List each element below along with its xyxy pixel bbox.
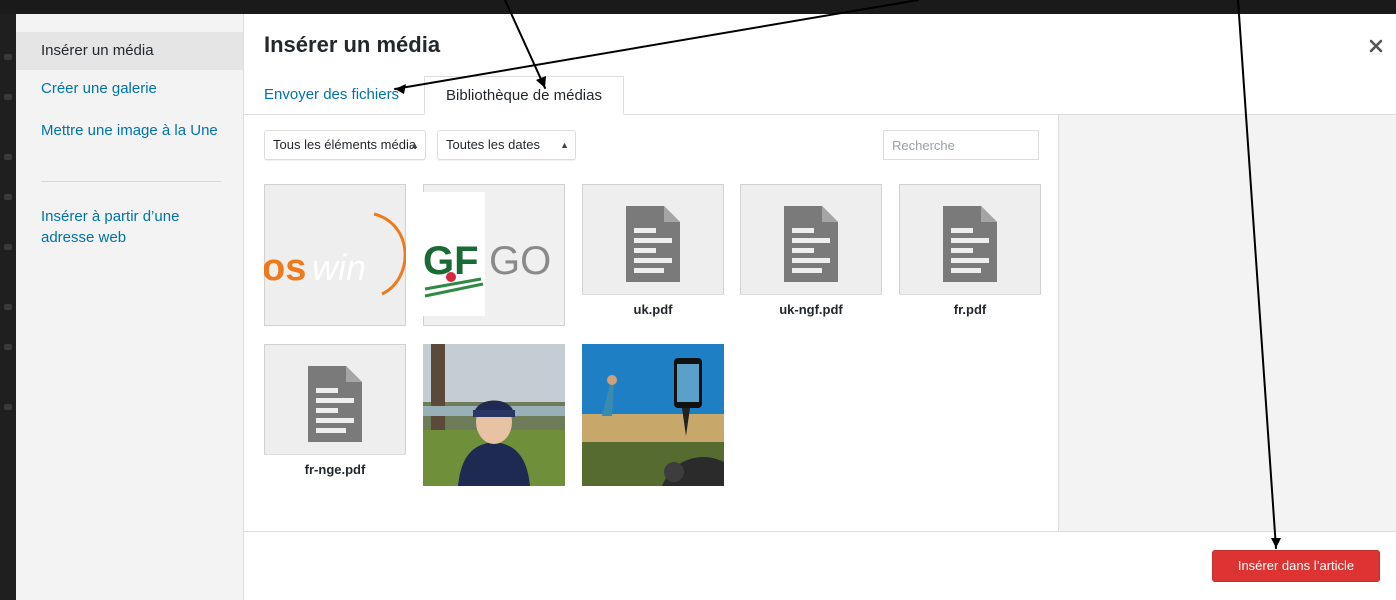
document-icon (308, 366, 362, 442)
media-type-filter[interactable]: Tous les éléments média ▲ (264, 130, 426, 160)
date-filter[interactable]: Toutes les dates ▲ (437, 130, 576, 160)
media-item-ngf-logo[interactable]: GF GO (423, 184, 565, 326)
close-icon (1369, 39, 1383, 53)
select-arrows-icon: ▲ (560, 140, 569, 150)
svg-text:os: os (264, 247, 306, 289)
close-button[interactable] (1366, 36, 1386, 56)
insert-into-post-button[interactable]: Insérer dans l’article (1212, 550, 1380, 582)
document-icon (626, 206, 680, 282)
media-filename: uk.pdf (582, 294, 724, 326)
date-filter-value: Toutes les dates (446, 137, 540, 152)
backdrop-top (0, 0, 1396, 14)
document-icon (943, 206, 997, 282)
backdrop-left (0, 14, 16, 600)
svg-text:win: win (312, 247, 366, 288)
media-item-document[interactable]: fr.pdf (899, 184, 1041, 326)
media-item-photo[interactable] (423, 344, 565, 486)
media-sidebar: Insérer un média Créer une galerie Mettr… (16, 14, 244, 600)
attachment-details-panel (1059, 115, 1396, 532)
tab-media-library[interactable]: Bibliothèque de médias (424, 76, 624, 115)
media-item-document[interactable]: uk-ngf.pdf (740, 184, 882, 326)
golf-swing-phone-photo (582, 344, 724, 486)
sidebar-item-create-gallery[interactable]: Créer une galerie (16, 78, 243, 99)
media-item-photo[interactable] (582, 344, 724, 486)
golfer-cap-photo (423, 344, 565, 486)
sidebar-item-featured-image[interactable]: Mettre une image à la Une (16, 120, 243, 141)
media-type-filter-value: Tous les éléments média (273, 137, 417, 152)
media-modal: Insérer un média Créer une galerie Mettr… (16, 14, 1396, 600)
media-filename: fr.pdf (899, 294, 1041, 326)
media-filename: uk-ngf.pdf (740, 294, 882, 326)
media-item-oswing-logo[interactable]: os win (264, 184, 406, 326)
media-filename: fr-nge.pdf (264, 454, 406, 486)
svg-text:GO: GO (489, 239, 551, 283)
ngf-golf-logo-image: GF GO (423, 192, 551, 316)
sidebar-separator (41, 181, 221, 182)
modal-title: Insérer un média (264, 32, 441, 57)
oswing-logo-image: os win (264, 212, 406, 296)
document-icon (784, 206, 838, 282)
media-item-document[interactable]: fr-nge.pdf (264, 344, 406, 486)
sidebar-item-insert-media[interactable]: Insérer un média (16, 32, 243, 70)
search-input[interactable] (883, 130, 1039, 160)
sidebar-item-insert-from-url[interactable]: Insérer à partir d’une adresse web (16, 206, 243, 248)
tab-upload-files[interactable]: Envoyer des fichiers (264, 76, 422, 114)
media-item-document[interactable]: uk.pdf (582, 184, 724, 326)
select-arrows-icon: ▲ (410, 140, 419, 150)
